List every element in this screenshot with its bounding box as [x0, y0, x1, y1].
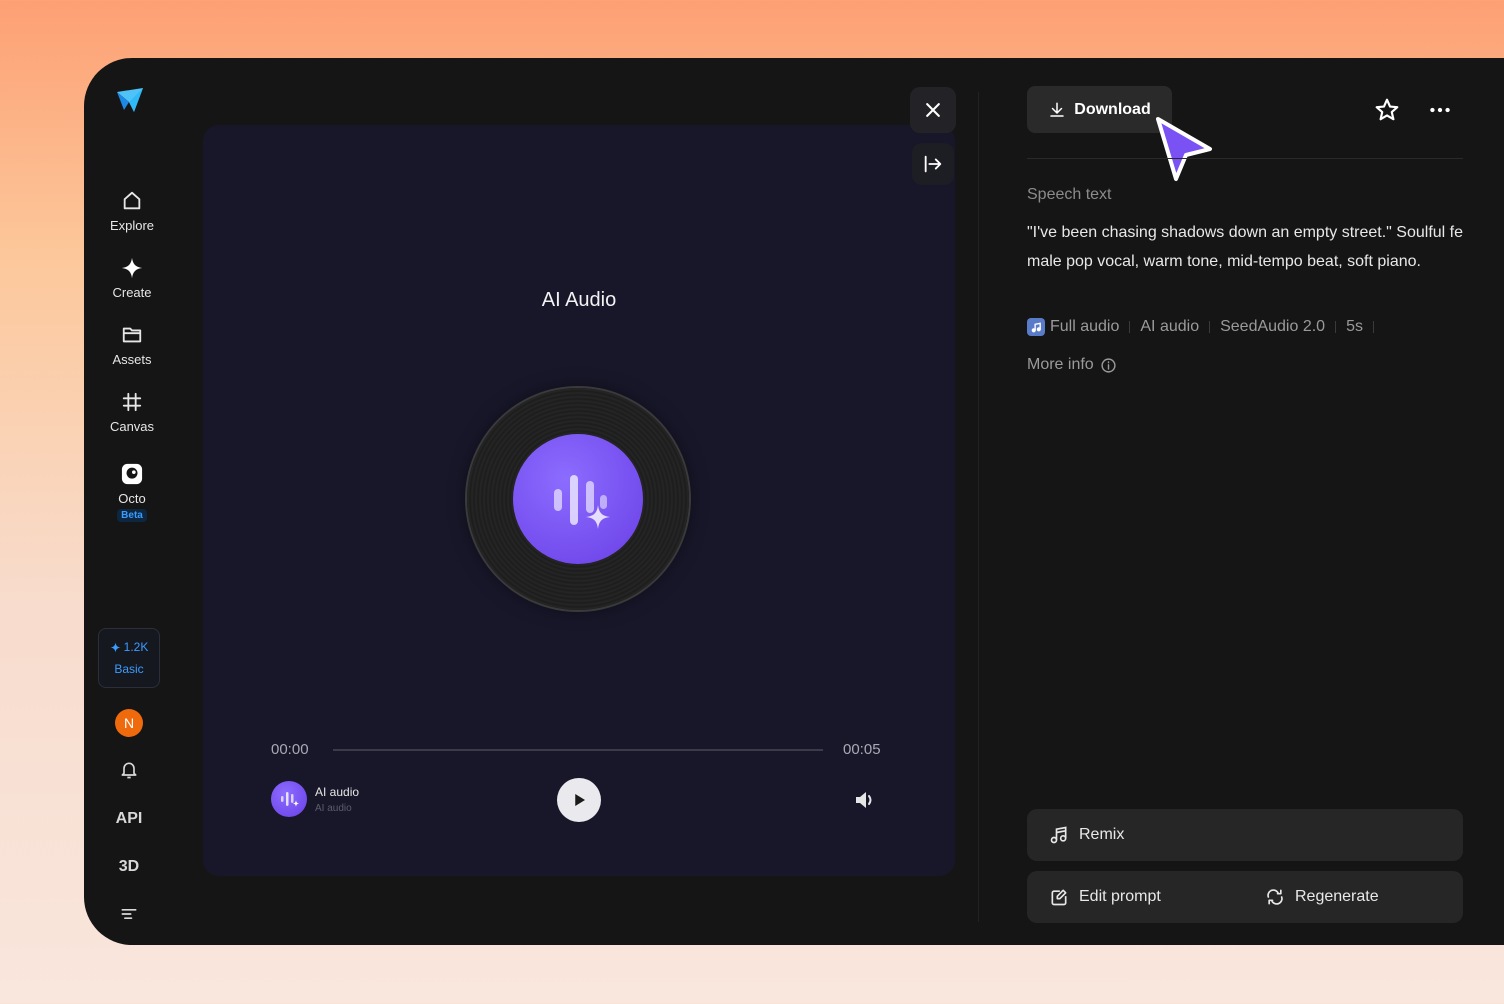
audio-wave-icon — [513, 434, 643, 564]
api-button[interactable]: API — [114, 807, 144, 831]
sidebar: Explore Create Assets Canvas Octo Beta 1… — [84, 58, 180, 945]
edit-prompt-label: Edit prompt — [1079, 888, 1161, 905]
music-note-icon — [1027, 318, 1045, 336]
arrow-right-bar-icon — [924, 155, 942, 173]
favorite-star-icon[interactable] — [1374, 97, 1400, 123]
menu-icon[interactable] — [114, 902, 144, 926]
panel-divider — [978, 92, 979, 922]
track-info: AI audio AI audio — [271, 781, 359, 817]
player-title: AI Audio — [541, 289, 617, 311]
sidebar-item-label: Create — [112, 285, 152, 300]
remix-button[interactable]: Remix — [1027, 809, 1463, 861]
track-thumbnail — [271, 781, 307, 817]
meta-full-audio: Full audio — [1050, 318, 1120, 335]
play-button[interactable] — [557, 778, 601, 822]
download-icon — [1050, 102, 1065, 117]
sparkle-icon — [110, 641, 121, 653]
refresh-icon — [1267, 889, 1283, 905]
credits-amount: 1.2K — [110, 640, 148, 654]
collapse-panel-button[interactable] — [912, 143, 954, 185]
app-logo-icon[interactable] — [114, 84, 146, 116]
track-name: AI audio — [315, 784, 360, 799]
app-window: Explore Create Assets Canvas Octo Beta 1… — [84, 58, 1504, 945]
music-note-icon — [1050, 826, 1067, 844]
credits-panel[interactable]: 1.2K Basic — [98, 628, 160, 688]
sidebar-item-assets[interactable]: Assets — [84, 324, 180, 367]
sidebar-item-create[interactable]: Create — [84, 257, 180, 300]
sidebar-item-label: Octo — [118, 491, 146, 506]
meta-separator — [1209, 321, 1211, 333]
speech-text: "I've been chasing shadows down an empty… — [1027, 224, 1463, 270]
regenerate-label: Regenerate — [1295, 888, 1379, 905]
sidebar-item-octo[interactable]: Octo Beta — [84, 463, 180, 522]
vinyl-record — [467, 388, 689, 610]
time-current: 00:00 — [271, 741, 309, 758]
sparkle-icon — [121, 257, 143, 279]
close-icon — [926, 103, 940, 117]
meta-tags: Full audio AI audio SeedAudio 2.0 5s — [1027, 318, 1384, 336]
plan-label: Basic — [114, 662, 144, 676]
audio-player-panel: AI Audio 00:00 00:05 AI audio AI audio — [203, 125, 955, 876]
meta-ai-audio: AI audio — [1140, 318, 1200, 335]
sidebar-item-explore[interactable]: Explore — [84, 190, 180, 233]
sidebar-item-label: Assets — [112, 352, 152, 367]
speech-text-label: Speech text — [1027, 186, 1112, 203]
pointer-cursor-icon — [1156, 117, 1212, 181]
canvas-grid-icon — [122, 392, 142, 412]
octo-icon — [121, 463, 143, 485]
bottom-actions: Edit prompt Regenerate — [1027, 871, 1463, 923]
home-icon — [123, 191, 141, 210]
edit-icon — [1051, 889, 1067, 906]
progress-slider[interactable] — [333, 749, 823, 751]
folder-icon — [122, 327, 142, 343]
meta-separator — [1372, 321, 1374, 333]
notification-bell-icon[interactable] — [114, 758, 144, 782]
avatar[interactable]: N — [115, 709, 143, 737]
more-options-icon[interactable] — [1427, 97, 1453, 123]
info-icon — [1101, 357, 1116, 373]
remix-label: Remix — [1079, 826, 1125, 843]
sidebar-item-label: Canvas — [109, 419, 155, 434]
beta-badge: Beta — [117, 509, 147, 522]
edit-prompt-button[interactable]: Edit prompt — [1049, 871, 1161, 923]
regenerate-button[interactable]: Regenerate — [1265, 871, 1379, 923]
meta-duration: 5s — [1346, 318, 1363, 335]
3d-button[interactable]: 3D — [114, 855, 144, 879]
meta-separator — [1129, 321, 1131, 333]
meta-separator — [1335, 321, 1337, 333]
track-subtitle: AI audio — [315, 802, 352, 814]
time-total: 00:05 — [843, 741, 881, 758]
sidebar-item-label: Explore — [109, 218, 155, 233]
sidebar-item-canvas[interactable]: Canvas — [84, 391, 180, 434]
header-divider — [1027, 158, 1463, 159]
play-icon — [575, 794, 585, 806]
download-button[interactable]: Download — [1027, 86, 1172, 133]
more-info-label: More info — [1027, 356, 1094, 373]
volume-icon[interactable] — [853, 788, 877, 812]
more-info-link[interactable]: More info — [1027, 356, 1117, 374]
download-label: Download — [1074, 100, 1151, 118]
close-button[interactable] — [910, 87, 956, 133]
meta-model: SeedAudio 2.0 — [1220, 318, 1326, 335]
